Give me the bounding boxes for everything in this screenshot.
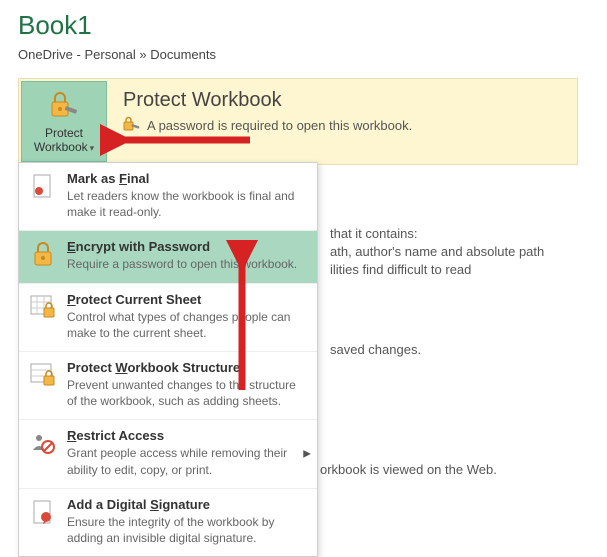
chevron-right-icon: ▶ — [303, 449, 311, 460]
document-final-icon — [29, 171, 57, 220]
restrict-icon — [29, 428, 57, 477]
menu-item-label: Restrict Access — [67, 428, 307, 443]
workbook-lock-icon — [29, 360, 57, 409]
bg-text-line: orkbook is viewed on the Web. — [320, 462, 497, 477]
menu-item-label: Protect Workbook Structure — [67, 360, 307, 375]
lock-key-small-icon — [123, 116, 141, 135]
bg-text-line: ath, author's name and absolute path — [330, 244, 544, 259]
protect-workbook-menu: Mark as Final Let readers know the workb… — [18, 162, 318, 557]
bg-text-line: saved changes. — [330, 342, 421, 357]
menu-item-label: Protect Current Sheet — [67, 292, 307, 307]
lock-key-icon — [48, 88, 80, 122]
banner-description: A password is required to open this work… — [123, 116, 563, 135]
menu-item-desc: Require a password to open this workbook… — [67, 256, 307, 272]
signature-icon — [29, 497, 57, 546]
bg-text-line: that it contains: — [330, 226, 417, 241]
menu-item-desc: Let readers know the workbook is final a… — [67, 188, 307, 220]
protect-workbook-banner: Protect Workbook▾ Protect Workbook A pas… — [18, 78, 578, 165]
lock-icon — [29, 239, 57, 272]
breadcrumb: OneDrive - Personal » Documents — [18, 47, 589, 62]
menu-item-encrypt-with-password[interactable]: Encrypt with Password Require a password… — [19, 230, 317, 282]
sheet-lock-icon — [29, 292, 57, 341]
menu-item-desc: Control what types of changes people can… — [67, 309, 307, 341]
menu-item-restrict-access[interactable]: Restrict Access Grant people access whil… — [19, 419, 317, 487]
menu-item-label: Encrypt with Password — [67, 239, 307, 254]
protect-button-label: Protect Workbook▾ — [24, 126, 104, 155]
bg-text-line: ilities find difficult to read — [330, 262, 471, 277]
menu-item-add-digital-signature[interactable]: Add a Digital Signature Ensure the integ… — [19, 488, 317, 556]
protect-workbook-button[interactable]: Protect Workbook▾ — [21, 81, 107, 162]
menu-item-protect-current-sheet[interactable]: Protect Current Sheet Control what types… — [19, 283, 317, 351]
menu-item-desc: Prevent unwanted changes to the structur… — [67, 377, 307, 409]
workbook-title: Book1 — [18, 10, 589, 41]
banner-title: Protect Workbook — [123, 89, 563, 112]
menu-item-label: Add a Digital Signature — [67, 497, 307, 512]
menu-item-label: Mark as Final — [67, 171, 307, 186]
menu-item-desc: Ensure the integrity of the workbook by … — [67, 514, 307, 546]
menu-item-mark-as-final[interactable]: Mark as Final Let readers know the workb… — [19, 163, 317, 230]
chevron-down-icon: ▾ — [90, 143, 95, 153]
menu-item-protect-workbook-structure[interactable]: Protect Workbook Structure Prevent unwan… — [19, 351, 317, 419]
menu-item-desc: Grant people access while removing their… — [67, 445, 307, 477]
